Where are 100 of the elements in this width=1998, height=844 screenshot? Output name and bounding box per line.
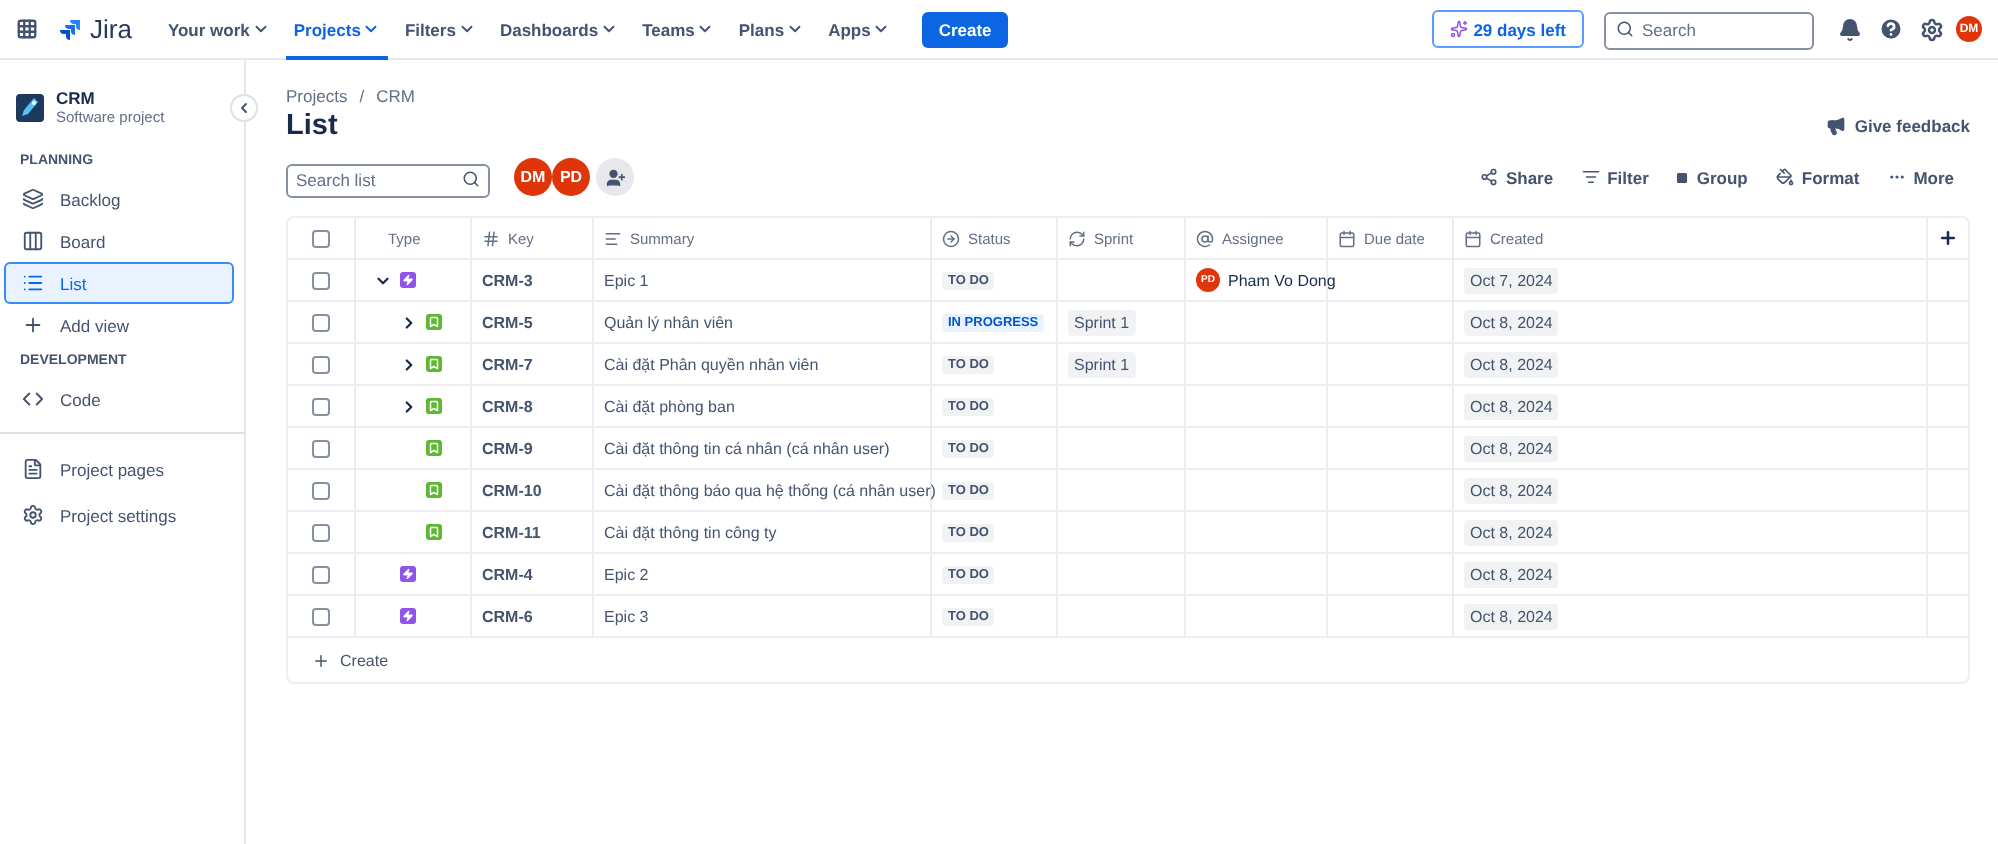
sidebar-item[interactable]: Project settings <box>4 492 234 538</box>
board-icon <box>22 230 44 252</box>
created-date: Oct 8, 2024 <box>1464 603 1559 629</box>
search-field[interactable]: Search list <box>286 163 490 197</box>
product-name: Jira <box>90 14 132 44</box>
notifications-icon[interactable] <box>1838 17 1862 41</box>
collapse-sidebar-button[interactable] <box>230 94 258 122</box>
toolbar-button[interactable]: Format <box>1775 167 1860 187</box>
row-checkbox[interactable] <box>312 313 330 331</box>
issue-key[interactable]: CRM-7 <box>482 355 533 373</box>
caret-icon <box>872 20 891 38</box>
search-field[interactable]: Search <box>1604 11 1814 49</box>
sidebar-item[interactable]: Code <box>4 378 234 420</box>
sidebar-item[interactable]: Backlog <box>4 178 234 220</box>
created-date: Oct 8, 2024 <box>1464 477 1559 503</box>
caret-icon <box>457 20 476 38</box>
issue-summary: Cài đặt thông tin công ty <box>604 523 777 541</box>
row-checkbox[interactable] <box>312 523 330 541</box>
row-checkbox[interactable] <box>312 397 330 415</box>
nav-menu[interactable]: Apps <box>820 0 899 59</box>
sprint-tag: Sprint 1 <box>1068 351 1136 377</box>
create-button[interactable]: Create <box>922 11 1008 47</box>
breadcrumb-link[interactable]: Projects <box>286 86 348 106</box>
row-checkbox[interactable] <box>312 481 330 499</box>
settings-icon <box>22 504 44 526</box>
row-checkbox[interactable] <box>312 607 330 625</box>
issue-key[interactable]: CRM-9 <box>482 439 533 457</box>
caret-icon <box>786 20 805 38</box>
add-person-icon <box>605 167 625 187</box>
created-date: Oct 8, 2024 <box>1464 519 1559 545</box>
share-icon <box>1479 168 1498 186</box>
created-date: Oct 8, 2024 <box>1464 393 1559 419</box>
expand-chevron-icon[interactable] <box>400 313 418 331</box>
nav-menu[interactable]: Teams <box>634 0 723 59</box>
toolbar-button[interactable]: Group <box>1676 167 1748 187</box>
plus-icon <box>22 314 44 336</box>
sprint-tag: Sprint 1 <box>1068 309 1136 335</box>
filter-icon <box>1581 168 1600 186</box>
sidebar-item[interactable]: List <box>4 262 234 304</box>
app-switcher-icon[interactable] <box>16 18 38 40</box>
search-icon <box>1616 20 1634 38</box>
user-avatar[interactable]: PD <box>552 158 590 196</box>
row-checkbox[interactable] <box>312 565 330 583</box>
sparkle-icon <box>1449 20 1468 38</box>
paint-bucket-icon <box>1775 168 1794 186</box>
toolbar-button[interactable]: More <box>1887 167 1954 187</box>
row-checkbox[interactable] <box>312 355 330 373</box>
help-icon[interactable] <box>1878 16 1904 42</box>
issue-key[interactable]: CRM-6 <box>482 607 533 625</box>
select-all-checkbox[interactable] <box>312 229 330 247</box>
calendar-icon <box>1464 229 1482 247</box>
status-icon <box>942 229 960 247</box>
calendar-icon <box>1338 229 1356 247</box>
trial-button[interactable]: 29 days left <box>1431 10 1584 48</box>
row-checkbox[interactable] <box>312 271 330 289</box>
issue-summary: Epic 2 <box>604 565 649 583</box>
issue-key[interactable]: CRM-8 <box>482 397 533 415</box>
caret-icon <box>251 20 270 38</box>
nav-menu[interactable]: Projects <box>285 0 389 59</box>
toolbar-button[interactable]: Share <box>1479 167 1554 187</box>
row-checkbox[interactable] <box>312 439 330 457</box>
code-icon <box>22 388 44 410</box>
issue-key[interactable]: CRM-10 <box>482 481 542 499</box>
chevron-left-icon <box>236 100 252 116</box>
feedback-button[interactable]: Give feedback <box>1826 116 1970 136</box>
sidebar-item[interactable]: Board <box>4 220 234 262</box>
caret-icon <box>362 20 381 38</box>
nav-menu[interactable]: Dashboards <box>491 0 627 59</box>
expand-chevron-icon[interactable] <box>400 355 418 373</box>
create-issue-button[interactable]: Create <box>288 638 413 682</box>
nav-menu[interactable]: Filters <box>396 0 484 59</box>
issue-key[interactable]: CRM-11 <box>482 523 541 541</box>
expand-chevron-icon[interactable] <box>400 397 418 415</box>
issue-summary: Cài đặt Phân quyền nhân viên <box>604 355 819 373</box>
sidebar-item[interactable]: Project pages <box>4 446 234 492</box>
page-title: List <box>286 110 338 142</box>
breadcrumb-link[interactable]: CRM <box>376 86 415 106</box>
settings-icon[interactable] <box>1920 17 1944 41</box>
jira-logo-icon <box>58 17 82 41</box>
caret-icon <box>600 20 619 38</box>
page-icon <box>22 458 44 480</box>
nav-menu[interactable]: Your work <box>159 0 278 59</box>
issue-key[interactable]: CRM-5 <box>482 313 533 331</box>
created-date: Oct 8, 2024 <box>1464 309 1559 335</box>
add-column-icon[interactable] <box>1938 228 1958 248</box>
breadcrumb-separator: / <box>359 86 365 106</box>
nav-menu[interactable]: Plans <box>730 0 813 59</box>
project-name: CRM <box>56 88 97 108</box>
square-icon <box>1676 171 1689 183</box>
caret-icon <box>696 20 715 38</box>
issue-summary: Epic 1 <box>604 271 649 289</box>
issue-key[interactable]: CRM-3 <box>482 271 533 289</box>
issue-key[interactable]: CRM-4 <box>482 565 533 583</box>
list-icon <box>22 272 44 294</box>
user-avatar[interactable]: DM <box>514 158 552 196</box>
toolbar-button[interactable]: Filter <box>1581 167 1649 187</box>
sidebar-item[interactable]: Add view <box>4 304 234 346</box>
at-icon <box>1196 229 1214 247</box>
add-people-button[interactable] <box>596 158 634 196</box>
created-date: Oct 8, 2024 <box>1464 435 1559 461</box>
